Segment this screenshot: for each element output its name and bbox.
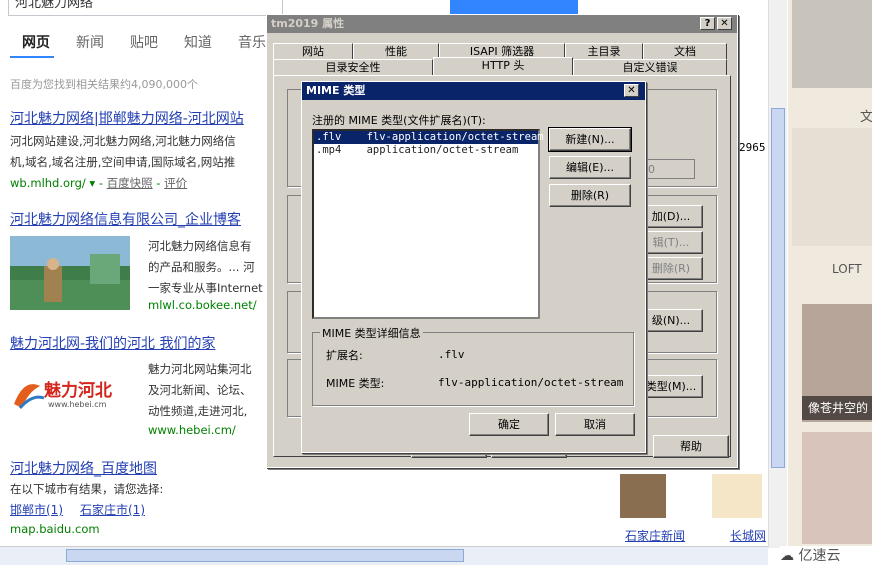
tab-http-headers[interactable]: HTTP 头 bbox=[433, 57, 573, 75]
properties-titlebar[interactable]: tm2019 属性 ? ✕ bbox=[267, 15, 737, 33]
result-thumbnail[interactable] bbox=[10, 236, 130, 310]
tab-tieba[interactable]: 贴吧 bbox=[130, 32, 158, 52]
tab-custom-errors[interactable]: 自定义错误 bbox=[573, 59, 727, 75]
game-scene-image bbox=[10, 236, 130, 310]
add-button[interactable]: 加(D)... bbox=[639, 205, 703, 228]
close-icon[interactable]: ✕ bbox=[624, 84, 639, 97]
help-button[interactable]: 帮助 bbox=[653, 435, 729, 458]
result-desc: 河北网站建设,河北魅力网络,河北魅力网络信 bbox=[10, 134, 236, 148]
delete-button[interactable]: 删除(R) bbox=[639, 257, 703, 280]
edit-ratings-button[interactable]: 级(N)... bbox=[639, 309, 703, 332]
snapshot-link[interactable]: 百度快照 bbox=[107, 176, 153, 190]
mime-titlebar[interactable]: MIME 类型 ✕ bbox=[302, 82, 645, 100]
help-icon[interactable]: ? bbox=[700, 17, 715, 30]
hebei-logo[interactable]: 魅力河北 www.hebei.cm bbox=[10, 374, 132, 414]
scrollbar-thumb[interactable] bbox=[771, 108, 785, 468]
result-desc: 魅力河北网站集河北 bbox=[148, 362, 252, 376]
result-url: mlwl.co.bokee.net/ bbox=[148, 298, 257, 312]
ok-button[interactable]: 确定 bbox=[469, 413, 549, 436]
ad-image bbox=[792, 128, 872, 246]
watermark: ☁ 亿速云 bbox=[780, 546, 872, 566]
tab-music[interactable]: 音乐 bbox=[238, 32, 266, 52]
news-link[interactable]: 石家庄新闻 bbox=[625, 527, 685, 544]
photo-image[interactable] bbox=[802, 432, 872, 544]
edit-button[interactable]: 编辑(E)... bbox=[549, 156, 631, 179]
mime-list-label: 注册的 MIME 类型(文件扩展名)(T): bbox=[312, 114, 486, 127]
result-desc: 在以下城市有结果，请您选择: bbox=[10, 482, 164, 496]
mime-type-label: MIME 类型: bbox=[326, 377, 385, 390]
photo-caption[interactable]: 像苍井空的 bbox=[802, 396, 872, 420]
news-thumbnail[interactable] bbox=[712, 474, 762, 518]
result-desc: 一家专业从事Internet bbox=[148, 281, 263, 295]
result-title[interactable]: 河北魅力网络_百度地图 bbox=[10, 458, 157, 478]
list-item[interactable]: .flv flv-application/octet-stream bbox=[314, 131, 544, 144]
result-desc: 及河北新闻、论坛、 bbox=[148, 383, 252, 397]
result-desc: 机,域名,域名注册,空间申请,国际域名,网站推 bbox=[10, 155, 236, 169]
tab-performance[interactable]: 性能 bbox=[353, 43, 439, 59]
horizontal-scrollbar[interactable] bbox=[0, 546, 768, 565]
tab-web[interactable]: 网页 bbox=[22, 32, 50, 52]
sidebar-text: LOFT bbox=[832, 262, 862, 276]
mime-list[interactable]: .flv flv-application/octet-stream .mp4 a… bbox=[312, 129, 544, 319]
mime-types-button[interactable]: 类型(M)... bbox=[639, 375, 703, 398]
tab-news[interactable]: 新闻 bbox=[76, 32, 104, 52]
tab-home-dir[interactable]: 主目录 bbox=[565, 43, 643, 59]
search-input[interactable]: 河北魅力网络 bbox=[8, 0, 283, 16]
active-tab-underline bbox=[10, 56, 54, 58]
edit-button[interactable]: 辑(T)... bbox=[639, 231, 703, 254]
logo-text: 魅力河北 bbox=[44, 381, 112, 401]
result-title[interactable]: 魅力河北网-我们的河北 我们的家 bbox=[10, 333, 216, 353]
city-link-shijiazhuang[interactable]: 石家庄市(1) bbox=[80, 501, 145, 518]
result-desc: 河北魅力网络信息有 bbox=[148, 239, 252, 253]
cloud-icon: ☁ bbox=[780, 548, 794, 564]
result-url: wb.mlhd.org/ ▾ - 百度快照 - 评价 bbox=[10, 176, 188, 190]
rate-link[interactable]: 评价 bbox=[164, 176, 187, 190]
sidebar-text: 文 bbox=[860, 110, 872, 125]
detail-groupbox bbox=[312, 332, 634, 406]
logo-subtext: www.hebei.cm bbox=[48, 400, 107, 409]
right-sidebar: 文 LOFT 像苍井空的 bbox=[788, 0, 872, 548]
result-desc: 的产品和服务。... 河 bbox=[148, 260, 255, 274]
tab-website[interactable]: 网站 bbox=[273, 43, 353, 59]
partial-value: 2965 bbox=[739, 141, 766, 154]
vertical-scrollbar[interactable] bbox=[768, 0, 787, 548]
city-link-handan[interactable]: 邯郸市(1) bbox=[10, 501, 63, 518]
news-thumbnail[interactable] bbox=[620, 474, 666, 518]
tab-zhidao[interactable]: 知道 bbox=[184, 32, 212, 52]
result-title[interactable]: 河北魅力网络信息有限公司_企业博客 bbox=[10, 209, 241, 229]
close-icon[interactable]: ✕ bbox=[717, 17, 732, 30]
result-desc: 动性频道,走进河北, bbox=[148, 404, 248, 418]
scrollbar-thumb[interactable] bbox=[66, 549, 464, 562]
mime-type-value: flv-application/octet-stream bbox=[438, 376, 624, 389]
extension-value: .flv bbox=[438, 348, 465, 361]
mime-dialog[interactable]: MIME 类型 ✕ 注册的 MIME 类型(文件扩展名)(T): .flv fl… bbox=[301, 81, 646, 453]
extension-label: 扩展名: bbox=[326, 349, 363, 362]
result-count: 百度为您找到相关结果约4,090,000个 bbox=[10, 78, 198, 91]
detail-group-label: MIME 类型详细信息 bbox=[320, 325, 423, 341]
result-url: www.hebei.cm/ bbox=[148, 423, 236, 437]
spin-input[interactable]: 0 bbox=[643, 159, 695, 179]
result-url: map.baidu.com bbox=[10, 522, 100, 536]
list-item[interactable]: .mp4 application/octet-stream bbox=[314, 144, 538, 157]
news-link[interactable]: 长城网 bbox=[730, 527, 766, 544]
ad-image bbox=[792, 0, 872, 88]
result-title[interactable]: 河北魅力网络|邯郸魅力网络-河北网站 bbox=[10, 108, 244, 128]
tab-dir-security[interactable]: 目录安全性 bbox=[273, 59, 433, 75]
delete-button[interactable]: 删除(R) bbox=[549, 184, 631, 207]
tab-documents[interactable]: 文档 bbox=[643, 43, 727, 59]
new-button[interactable]: 新建(N)... bbox=[548, 127, 632, 152]
cancel-button[interactable]: 取消 bbox=[555, 413, 635, 436]
